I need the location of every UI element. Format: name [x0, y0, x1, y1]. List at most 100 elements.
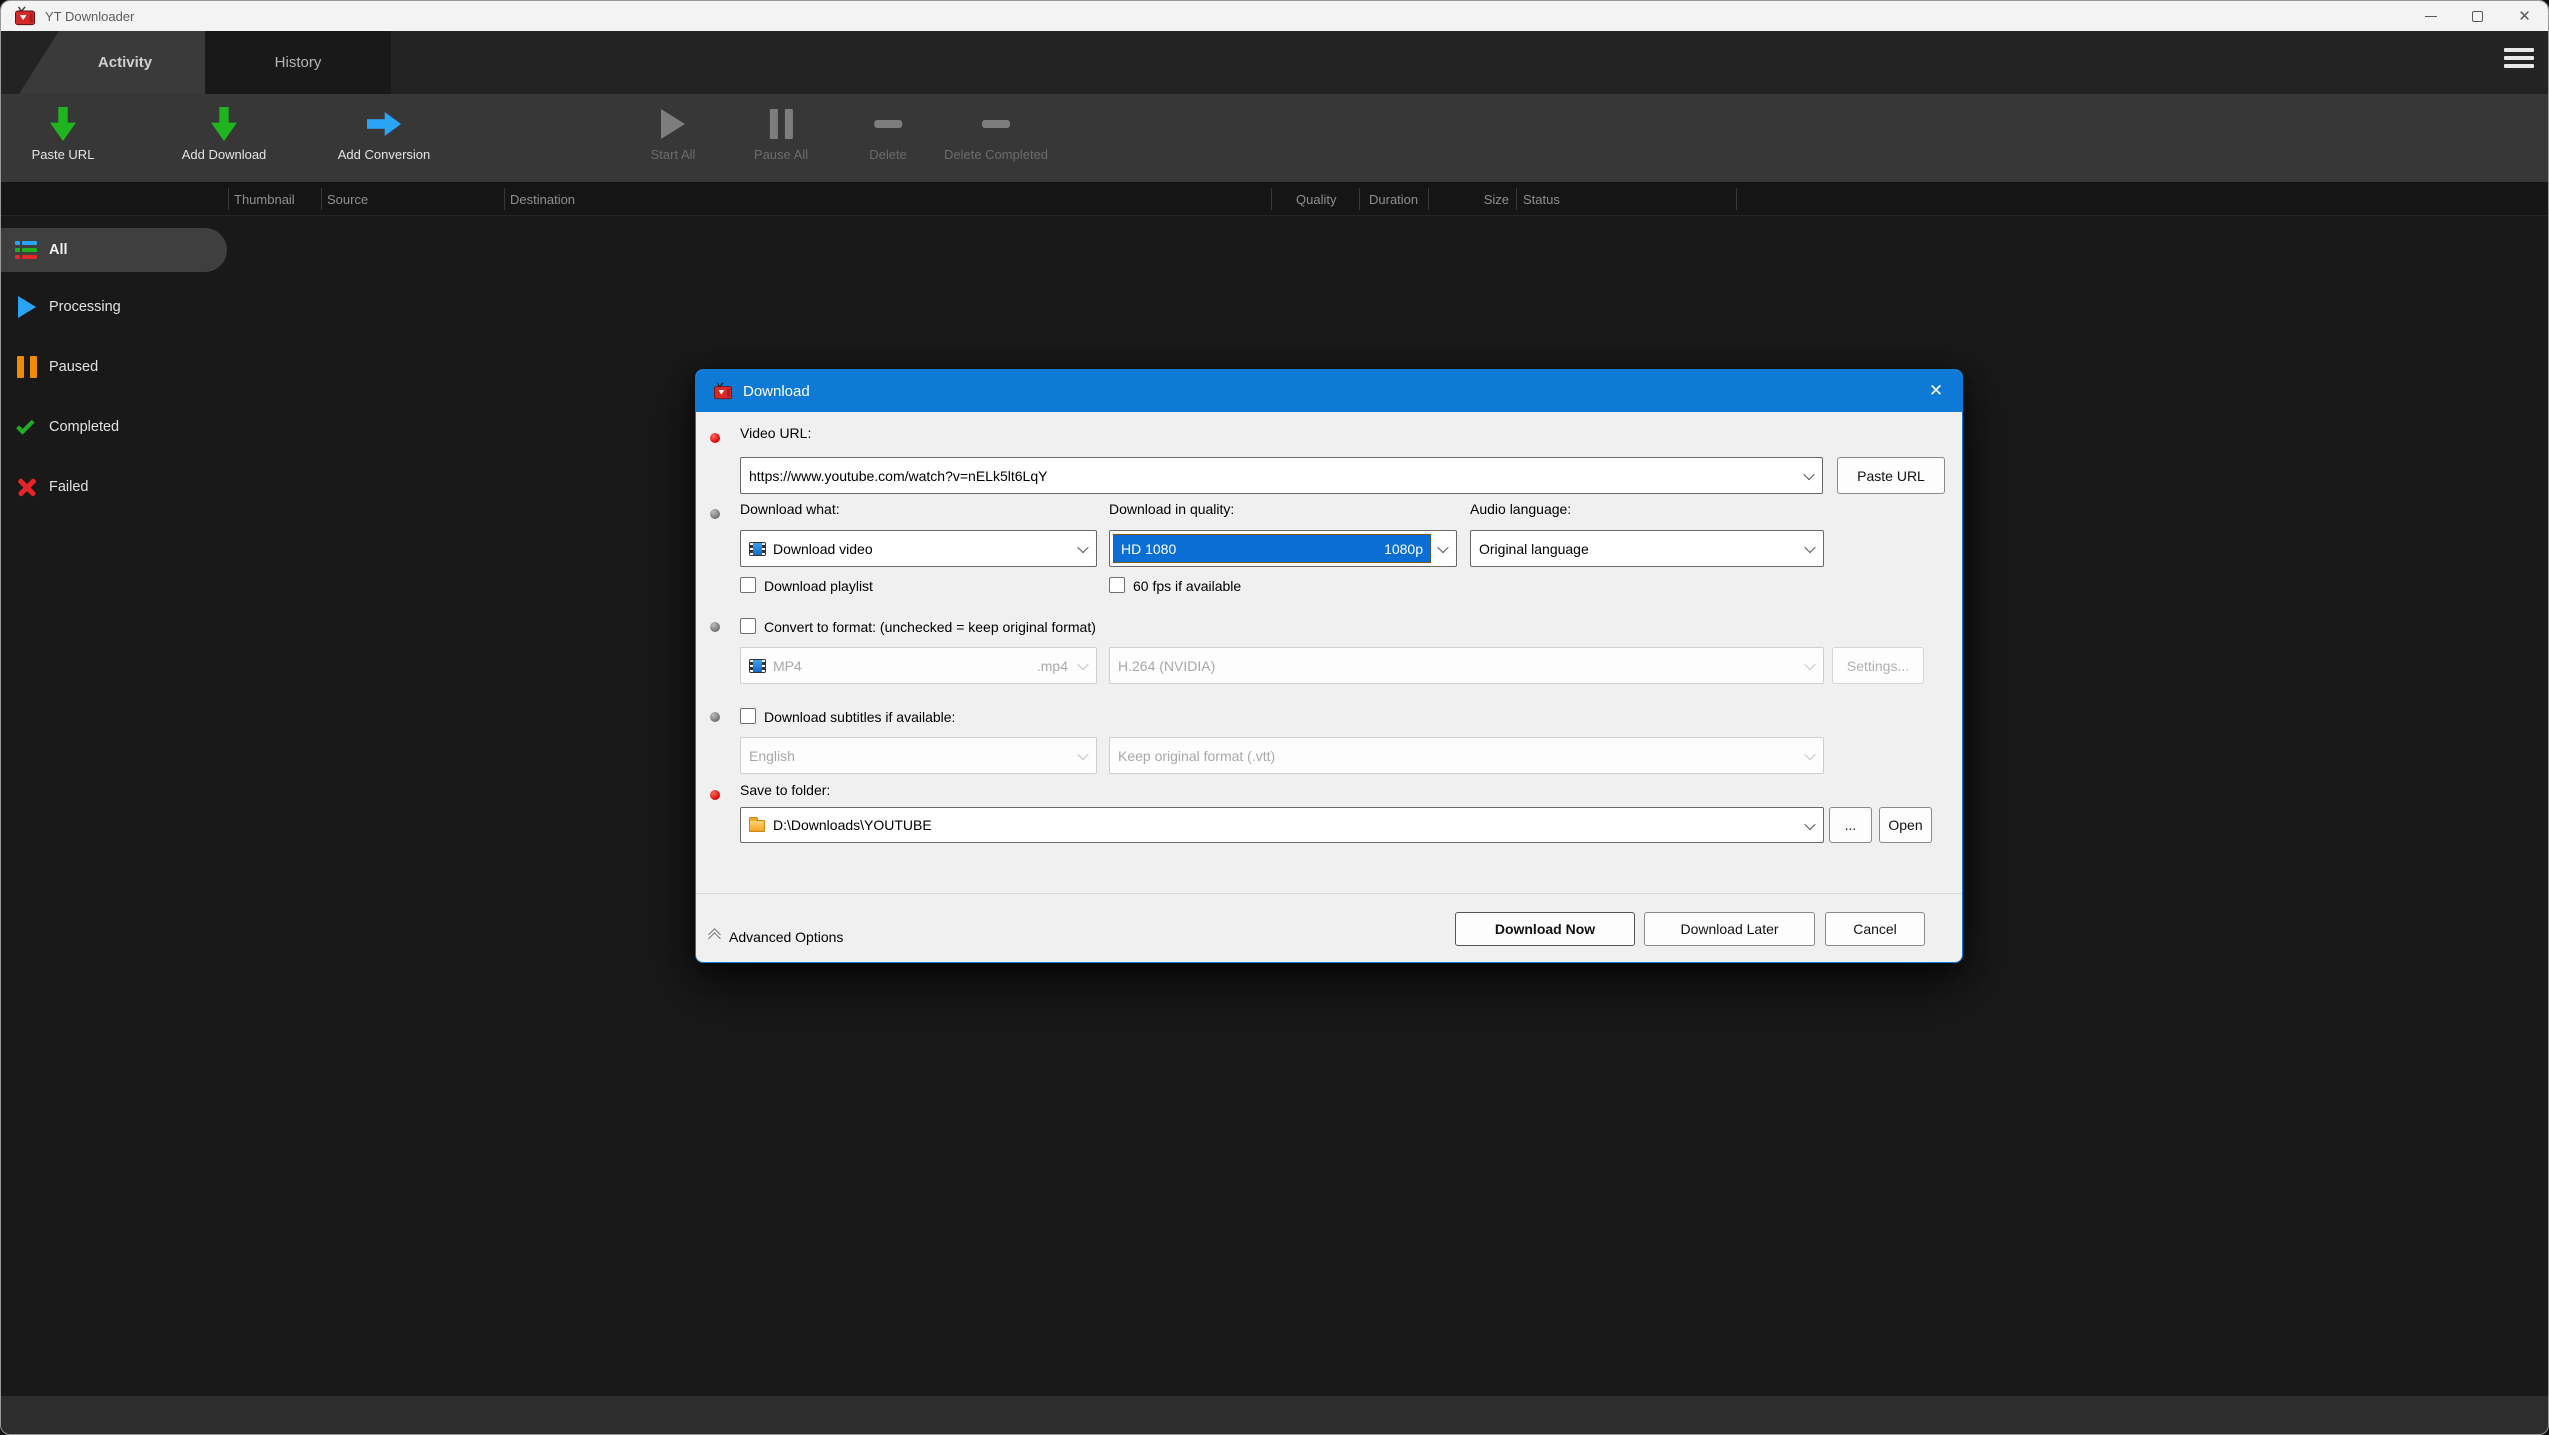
quality-selected-item: HD 1080 1080p: [1113, 534, 1431, 563]
download-now-button[interactable]: Download Now: [1455, 912, 1635, 946]
sidebar-item-label: Paused: [49, 359, 98, 375]
plus-icon: [236, 101, 251, 116]
sidebar-item-failed[interactable]: Failed: [1, 465, 227, 509]
tab-activity[interactable]: Activity: [19, 31, 205, 94]
maximize-button[interactable]: [2454, 1, 2501, 31]
hamburger-icon: [2504, 48, 2534, 52]
window-title: YT Downloader: [45, 9, 134, 24]
x-icon: [14, 477, 40, 497]
browse-folder-button[interactable]: ...: [1829, 807, 1872, 843]
app-window: YT Downloader ✕ Activity History Paste U…: [0, 0, 2549, 1435]
audio-language-combobox[interactable]: Original language: [1470, 530, 1824, 567]
sidebar-item-label: Completed: [49, 419, 119, 435]
minimize-icon: [2425, 16, 2437, 17]
video-url-combobox[interactable]: https://www.youtube.com/watch?v=nELk5lt6…: [740, 457, 1823, 494]
section-indicator: [710, 622, 720, 632]
dialog-footer-separator: [696, 893, 1962, 894]
open-folder-button[interactable]: Open: [1879, 807, 1932, 843]
chevron-down-icon[interactable]: [1804, 819, 1815, 830]
paste-url-icon: [50, 107, 76, 141]
sidebar-item-all[interactable]: All: [1, 228, 227, 272]
download-playlist-label: Download playlist: [764, 578, 873, 594]
paste-url-button[interactable]: Paste URL: [32, 94, 95, 182]
delete-completed-button: Delete Completed: [944, 94, 1048, 182]
checkmark-icon: [14, 423, 40, 432]
column-duration[interactable]: Duration: [1369, 182, 1418, 216]
add-conversion-icon: [367, 112, 401, 136]
start-all-button: Start All: [651, 94, 696, 182]
list-icon: [14, 241, 40, 259]
sidebar-item-paused[interactable]: Paused: [1, 345, 227, 389]
download-playlist-checkbox[interactable]: [740, 577, 756, 593]
dialog-title: Download: [743, 383, 810, 400]
settings-button: Settings...: [1832, 647, 1924, 684]
chevron-down-icon[interactable]: [1804, 542, 1815, 553]
advanced-options-toggle[interactable]: Advanced Options: [710, 924, 843, 950]
format-combobox: MP4 .mp4: [740, 647, 1097, 684]
quality-combobox[interactable]: HD 1080 1080p: [1109, 530, 1457, 567]
subtitle-format-combobox: Keep original format (.vtt): [1109, 737, 1824, 774]
download-what-combobox[interactable]: Download video: [740, 530, 1097, 567]
film-icon: [749, 542, 766, 556]
chevron-down-icon: [1077, 749, 1088, 760]
add-conversion-button[interactable]: Add Conversion: [338, 94, 431, 182]
status-bar: [1, 1396, 2548, 1435]
app-tv-icon: [14, 6, 36, 26]
film-icon: [749, 659, 766, 673]
add-download-button[interactable]: Add Download: [182, 94, 267, 182]
window-controls: ✕: [2407, 1, 2548, 31]
section-indicator: [710, 712, 720, 722]
column-destination[interactable]: Destination: [510, 182, 575, 216]
subtitles-checkbox[interactable]: [740, 708, 756, 724]
chevron-up-double-icon: [710, 930, 719, 943]
subtitle-format-value: Keep original format (.vtt): [1118, 748, 1275, 764]
download-dialog: Download ✕ Video URL: https://www.youtub…: [695, 369, 1963, 963]
cancel-button[interactable]: Cancel: [1825, 912, 1925, 946]
chevron-down-icon[interactable]: [1437, 542, 1448, 553]
chevron-down-icon[interactable]: [1803, 469, 1814, 480]
tab-activity-label: Activity: [98, 54, 152, 71]
close-button[interactable]: ✕: [2501, 1, 2548, 31]
paste-url-dialog-button[interactable]: Paste URL: [1837, 457, 1945, 494]
save-folder-combobox[interactable]: D:\Downloads\YOUTUBE: [740, 807, 1824, 843]
convert-checkbox[interactable]: [740, 618, 756, 634]
download-later-button[interactable]: Download Later: [1644, 912, 1815, 946]
pause-all-button: Pause All: [754, 94, 808, 182]
codec-value: H.264 (NVIDIA): [1118, 658, 1215, 674]
column-quality[interactable]: Quality: [1296, 182, 1336, 216]
maximize-icon: [2472, 11, 2483, 22]
download-what-label: Download what:: [740, 501, 840, 517]
delete-icon: [874, 120, 902, 128]
subtitle-language-value: English: [749, 748, 795, 764]
download-what-value: Download video: [773, 541, 873, 557]
menu-button[interactable]: [2504, 48, 2534, 68]
fps-checkbox[interactable]: [1109, 577, 1125, 593]
audio-language-label: Audio language:: [1470, 501, 1571, 517]
tab-strip: Activity History: [1, 31, 2548, 94]
column-thumbnail[interactable]: Thumbnail: [234, 182, 295, 216]
dialog-close-button[interactable]: ✕: [1920, 376, 1952, 406]
format-extension: .mp4: [1037, 658, 1068, 674]
sidebar-item-label: All: [49, 242, 68, 258]
sidebar-item-label: Processing: [49, 299, 121, 315]
minimize-button[interactable]: [2407, 1, 2454, 31]
required-indicator: [710, 433, 720, 443]
tab-history[interactable]: History: [205, 31, 391, 94]
chevron-down-icon[interactable]: [1077, 542, 1088, 553]
sidebar-item-completed[interactable]: Completed: [1, 405, 227, 449]
save-folder-label: Save to folder:: [740, 782, 830, 798]
audio-language-value: Original language: [1479, 541, 1589, 557]
column-size[interactable]: Size: [1441, 182, 1509, 216]
quality-label: Download in quality:: [1109, 501, 1234, 517]
start-all-icon: [661, 109, 685, 139]
tab-history-label: History: [275, 54, 322, 71]
sidebar-item-processing[interactable]: Processing: [1, 285, 227, 329]
pause-all-icon: [769, 109, 792, 139]
format-value: MP4: [773, 658, 802, 674]
advanced-options-label: Advanced Options: [729, 929, 843, 945]
pause-icon: [14, 356, 40, 378]
column-status[interactable]: Status: [1523, 182, 1560, 216]
folder-icon: [749, 820, 765, 832]
column-source[interactable]: Source: [327, 182, 368, 216]
title-bar: YT Downloader ✕: [1, 1, 2548, 31]
